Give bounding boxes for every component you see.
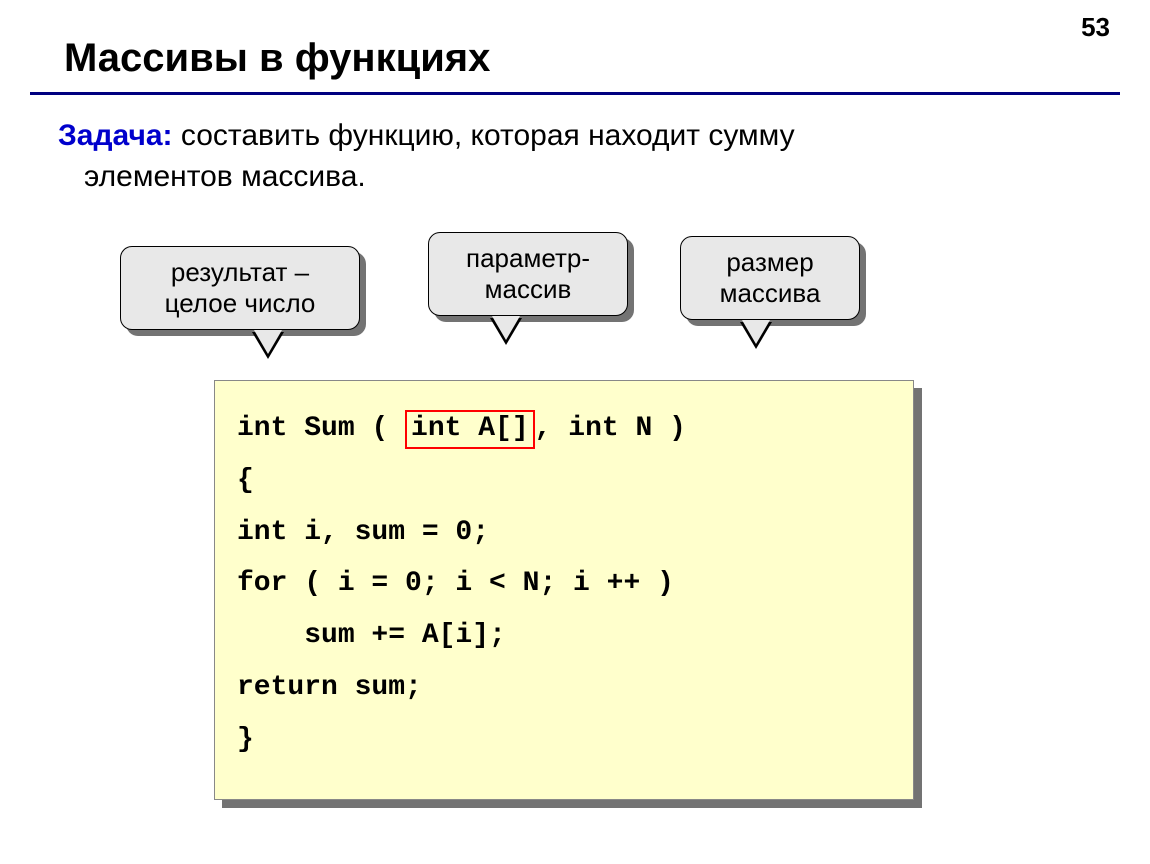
slide-title: Массивы в функциях [64, 36, 490, 81]
callout-param-line2: массив [443, 274, 613, 305]
code-block: int Sum ( int A[], int N ) { int i, sum … [214, 380, 914, 800]
callout-result-tail [254, 330, 282, 354]
code-l6: return sum; [237, 672, 422, 703]
task-label: Задача: [58, 119, 173, 152]
title-divider [30, 92, 1120, 95]
callout-result-line1: результат – [135, 257, 345, 288]
code-l1a: int Sum ( [237, 413, 405, 444]
code-highlighted-param: int A[] [405, 410, 535, 449]
code-l4: for ( i = 0; i < N; i ++ ) [237, 568, 674, 599]
callout-param-tail [492, 316, 520, 340]
callout-size-line2: массива [695, 278, 845, 309]
callout-result: результат – целое число [120, 246, 360, 330]
callout-param-line1: параметр- [443, 243, 613, 274]
callout-param: параметр- массив [428, 232, 628, 316]
callout-size: размер массива [680, 236, 860, 320]
callout-size-line1: размер [695, 247, 845, 278]
code-l3: int i, sum = 0; [237, 517, 489, 548]
callout-size-tail [742, 320, 770, 344]
code-l7: } [237, 724, 254, 755]
page-number: 53 [1081, 12, 1110, 43]
task-line1: составить функцию, которая находит сумму [173, 119, 795, 152]
code-l5: sum += A[i]; [237, 620, 506, 651]
code-l2: { [237, 465, 254, 496]
task-line2: элементов массива. [84, 160, 366, 193]
task-text: Задача: составить функцию, которая наход… [58, 116, 1100, 197]
code-l1c: , int N ) [535, 413, 686, 444]
callout-result-line2: целое число [135, 288, 345, 319]
